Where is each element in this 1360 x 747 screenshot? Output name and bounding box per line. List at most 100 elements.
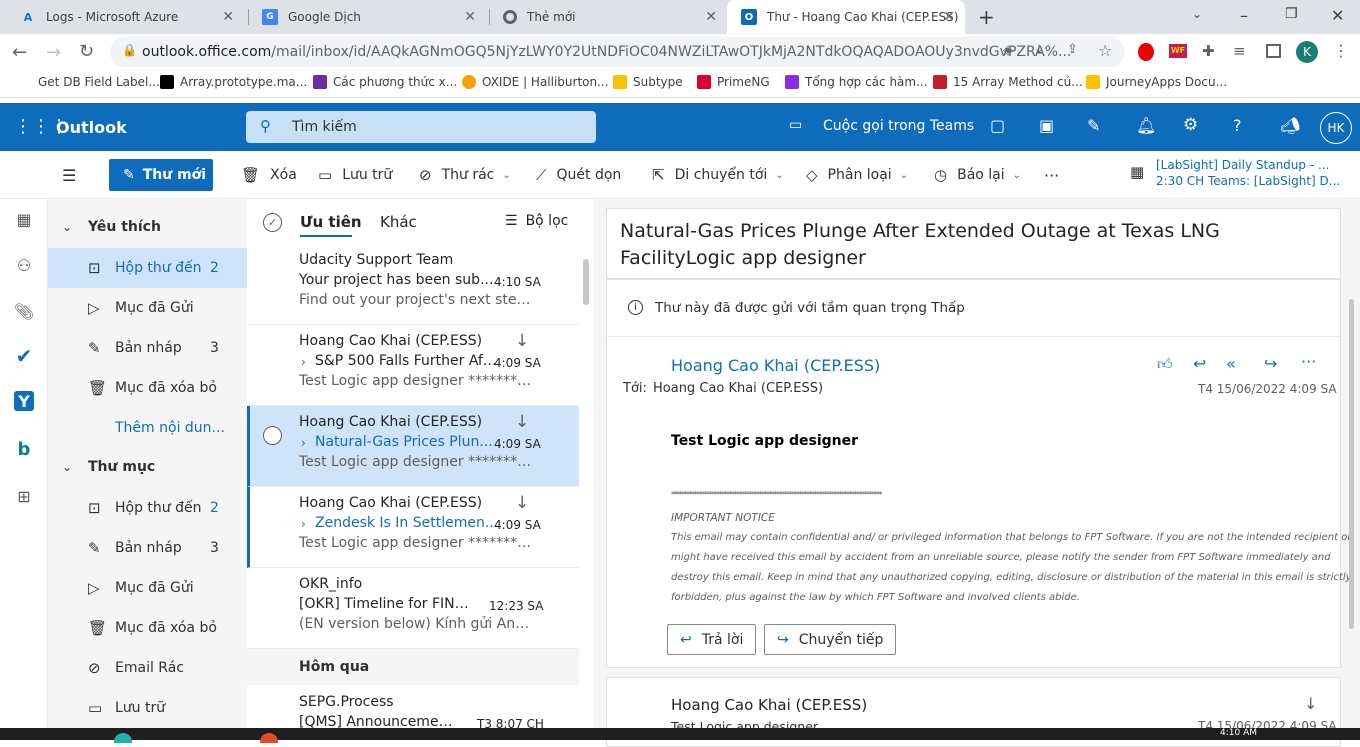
forward-button[interactable]: ↪ Chuyển tiếp — [764, 624, 897, 655]
todo-check-icon[interactable]: ✔ — [12, 344, 36, 368]
filter-button[interactable]: ☰ Bộ lọc — [505, 213, 568, 229]
folder-deleted[interactable]: 🗑︎ Mục đã xóa bỏ — [48, 608, 247, 648]
url-bar[interactable]: 🔒 outlook.office.com/mail/inbox/id/AAQkA… — [110, 37, 1125, 67]
reload-icon[interactable]: ↻ — [79, 41, 94, 62]
browser-tab[interactable]: G Google Dịch ✕ — [248, 0, 486, 34]
account-avatar[interactable]: HK — [1320, 112, 1352, 144]
back-icon[interactable]: ← — [12, 42, 27, 63]
browser-tab[interactable]: A Logs - Microsoft Azure ✕ — [6, 0, 244, 34]
forward-icon[interactable]: → — [46, 42, 61, 63]
minimize-icon[interactable]: – — [1240, 6, 1248, 25]
install-icon[interactable]: ⤓ — [1036, 42, 1042, 57]
reply-all-icon[interactable]: « — [1226, 354, 1236, 373]
snooze-button[interactable]: ◷ Báo lại ⌄ — [934, 166, 1021, 184]
folders-header[interactable]: ⌄ Thư mục — [48, 447, 247, 487]
favorites-header[interactable]: ⌄ Yêu thích — [48, 207, 247, 247]
bookmark-item[interactable]: Get DB Field Label... — [38, 75, 160, 89]
folder-drafts-favorite[interactable]: ✎ Bản nháp 3 — [48, 328, 247, 368]
bookmark-item[interactable]: Subtype — [613, 75, 683, 89]
browser-tab-active[interactable]: O Thư - Hoang Cao Khai (CEP.ESS) ✕ — [727, 0, 965, 34]
yammer-icon[interactable]: Y — [14, 391, 34, 411]
help-icon[interactable]: ? — [1233, 116, 1242, 135]
calendar-icon[interactable]: ▦ — [12, 207, 36, 231]
more-apps-icon[interactable]: ⊞ — [12, 484, 36, 508]
browser-menu-icon[interactable]: ⋮ — [1333, 41, 1349, 60]
close-tab-icon[interactable]: ✕ — [705, 9, 717, 25]
new-mail-button[interactable]: ✎ Thư mới — [109, 159, 213, 191]
bookmark-item[interactable]: JourneyApps Docu... — [1086, 75, 1227, 89]
people-icon[interactable]: ⚇ — [12, 253, 36, 277]
email-sender[interactable]: Hoang Cao Khai (CEP.ESS) — [671, 356, 880, 375]
message-item[interactable]: OKR_info [OKR] Timeline for FINAL ... 12… — [247, 568, 579, 649]
feedback-icon[interactable]: 📣︎ — [1280, 116, 1300, 135]
move-to-button[interactable]: ⇱ Di chuyển tới ⌄ — [652, 166, 784, 184]
message-item[interactable]: Hoang Cao Khai (CEP.ESS) ↓ › S&P 500 Fal… — [247, 325, 579, 406]
forward-icon[interactable]: ↪ — [1264, 354, 1277, 373]
opera-extension-icon[interactable] — [1138, 43, 1154, 61]
bookmark-item[interactable]: Array.prototype.ma... — [160, 75, 307, 89]
folder-inbox[interactable]: ⊡ Hộp thư đến 2 — [48, 488, 247, 528]
message-item[interactable]: Udacity Support Team Your project has be… — [247, 244, 579, 325]
bookmark-item[interactable]: 15 Array Method củ... — [933, 75, 1083, 89]
hamburger-icon[interactable]: ☰ — [62, 166, 76, 185]
bookmark-item[interactable]: Tổng hợp các hàm... — [785, 75, 928, 89]
outlook-brand[interactable]: Outlook — [56, 118, 127, 137]
taskbar-app-icon[interactable] — [260, 733, 278, 743]
close-tab-icon[interactable]: ✕ — [464, 9, 476, 25]
bookmark-item[interactable]: Các phương thức x... — [313, 75, 457, 89]
taskbar-app-icon[interactable] — [114, 733, 132, 743]
reply-button[interactable]: ↩ Trả lời — [667, 624, 757, 655]
bookmark-item[interactable]: OXIDE | Halliburton... — [462, 75, 609, 89]
folder-inbox-favorite[interactable]: ⊡ Hộp thư đến 2 — [48, 248, 247, 288]
bookmark-star-icon[interactable]: ☆ — [1098, 41, 1112, 60]
teams-call-button[interactable]: Cuộc gọi trong Teams — [823, 118, 974, 134]
close-tab-icon[interactable]: ✕ — [943, 9, 955, 25]
search-input[interactable]: ⚲ Tìm kiếm — [246, 111, 596, 143]
categorize-button[interactable]: ◇ Phân loại ⌄ — [806, 166, 908, 184]
media-icon[interactable]: ≡ — [1233, 42, 1246, 60]
junk-button[interactable]: ⊘ Thư rác ⌄ — [419, 166, 511, 184]
more-actions-icon[interactable]: ··· — [1044, 166, 1059, 185]
new-tab-icon[interactable]: + — [978, 5, 995, 29]
like-icon[interactable]: 👍︎ — [1157, 355, 1173, 374]
add-favorite-link[interactable]: Thêm nội dun... — [48, 408, 247, 448]
reply-icon[interactable]: ↩ — [1193, 354, 1206, 373]
sweep-button[interactable]: ⟋ Quét dọn — [536, 166, 621, 184]
browser-tab[interactable]: Thẻ mới ✕ — [489, 0, 727, 34]
todo-icon[interactable]: ✎ — [1087, 116, 1100, 135]
folder-sent[interactable]: ▷ Mục đã Gửi — [48, 568, 247, 608]
select-all-checkbox[interactable]: ✓ — [263, 213, 282, 232]
reading-scrollbar[interactable] — [1349, 299, 1354, 629]
bookmark-item[interactable]: PrimeNG — [697, 75, 770, 89]
folder-archive[interactable]: ▭ Lưu trữ — [48, 688, 247, 728]
send-icon[interactable]: ⇪ — [1067, 42, 1078, 57]
folder-junk[interactable]: ⊘ Email Rác — [48, 648, 247, 688]
message-select-checkbox[interactable] — [263, 426, 282, 445]
close-tab-icon[interactable]: ✕ — [222, 9, 234, 25]
notification-bell-icon[interactable]: 🔔︎ — [1136, 116, 1156, 135]
folder-drafts[interactable]: ✎ Bản nháp 3 — [48, 528, 247, 568]
folder-sent-favorite[interactable]: ▷ Mục đã Gửi — [48, 288, 247, 328]
folder-deleted-favorite[interactable]: 🗑︎ Mục đã xóa bỏ — [48, 368, 247, 408]
upcoming-meeting-detail[interactable]: 2:30 CH Teams: [LabSight] D... — [1156, 174, 1340, 188]
message-item-selected[interactable]: Hoang Cao Khai (CEP.ESS) ↓ › Natural-Gas… — [247, 406, 579, 487]
archive-button[interactable]: ▭ Lưu trữ — [318, 166, 392, 184]
more-options-icon[interactable]: ··· — [1301, 352, 1316, 371]
wf-extension-icon[interactable]: WF — [1169, 44, 1187, 58]
profile-avatar[interactable]: K — [1296, 41, 1318, 63]
message-item[interactable]: Hoang Cao Khai (CEP.ESS) ↓ › Zendesk Is … — [247, 487, 579, 568]
attachment-icon[interactable]: 📎︎ — [12, 299, 36, 323]
chat-icon[interactable]: ▢ — [990, 116, 1005, 135]
close-window-icon[interactable]: ✕ — [1331, 6, 1344, 25]
restore-icon[interactable]: ❐ — [1285, 6, 1298, 22]
office-icon[interactable]: ▣ — [1039, 116, 1054, 135]
tab-search-icon[interactable]: ⌄ — [1192, 7, 1202, 21]
bookings-icon[interactable]: b — [12, 437, 36, 461]
settings-gear-icon[interactable]: ⚙ — [1183, 115, 1198, 135]
tab-focused[interactable]: Ưu tiên — [300, 213, 362, 231]
delete-button[interactable]: 🗑︎ Xóa — [241, 166, 297, 184]
share-icon[interactable]: ◈ — [1003, 43, 1013, 58]
side-panel-icon[interactable] — [1266, 44, 1281, 58]
upcoming-meeting-title[interactable]: [LabSight] Daily Standup - ... — [1156, 158, 1329, 172]
extensions-icon[interactable]: ✚ — [1202, 42, 1215, 60]
